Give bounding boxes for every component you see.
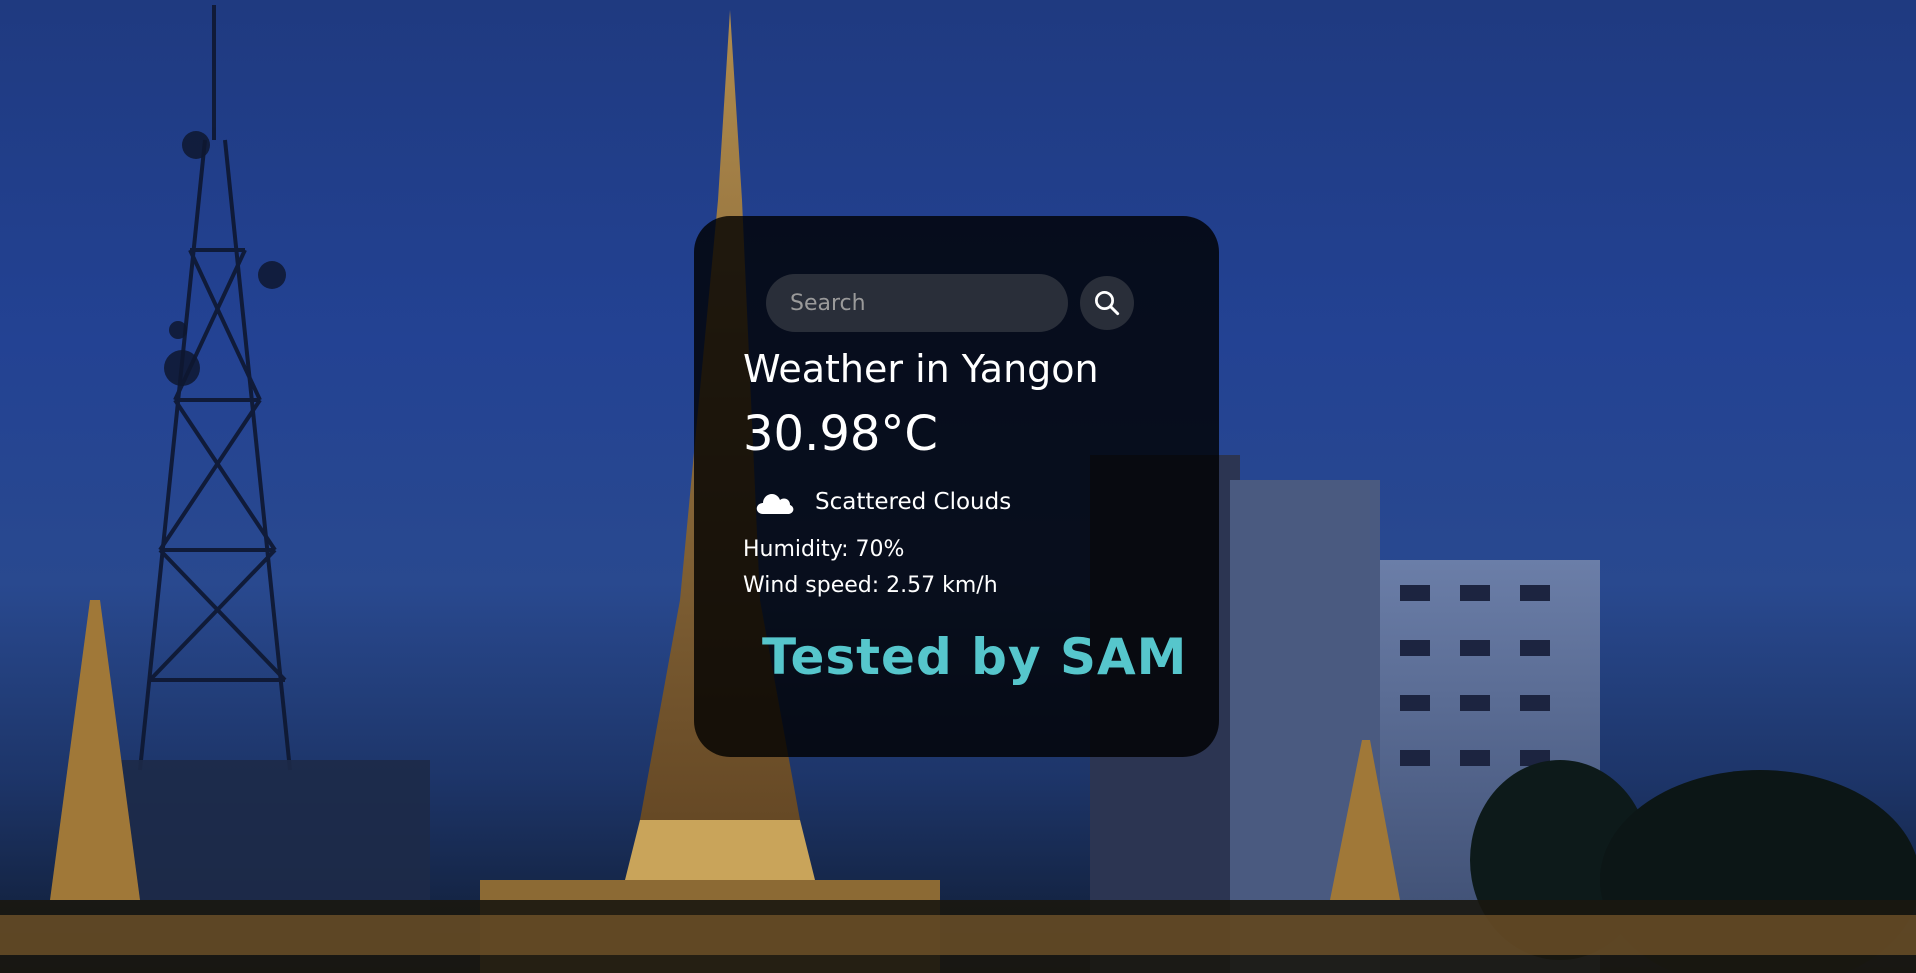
weather-description: Scattered Clouds bbox=[815, 489, 1012, 515]
city-title: Weather in Yangon bbox=[743, 347, 1099, 391]
search-button[interactable] bbox=[1080, 276, 1134, 330]
weather-icon-wrapper bbox=[743, 478, 807, 526]
cloud-icon bbox=[756, 494, 794, 514]
temperature: 30.98°C bbox=[743, 406, 938, 462]
search-bar bbox=[766, 274, 1171, 332]
weather-card: Weather in Yangon 30.98°C Scattered Clou… bbox=[694, 216, 1219, 757]
search-icon bbox=[1095, 291, 1120, 316]
weather-condition: Scattered Clouds bbox=[743, 478, 1171, 526]
search-input[interactable] bbox=[766, 274, 1068, 332]
tested-by-label: Tested by SAM bbox=[762, 628, 1188, 686]
humidity-text: Humidity: 70% bbox=[743, 537, 905, 562]
wind-speed-text: Wind speed: 2.57 km/h bbox=[743, 573, 998, 598]
